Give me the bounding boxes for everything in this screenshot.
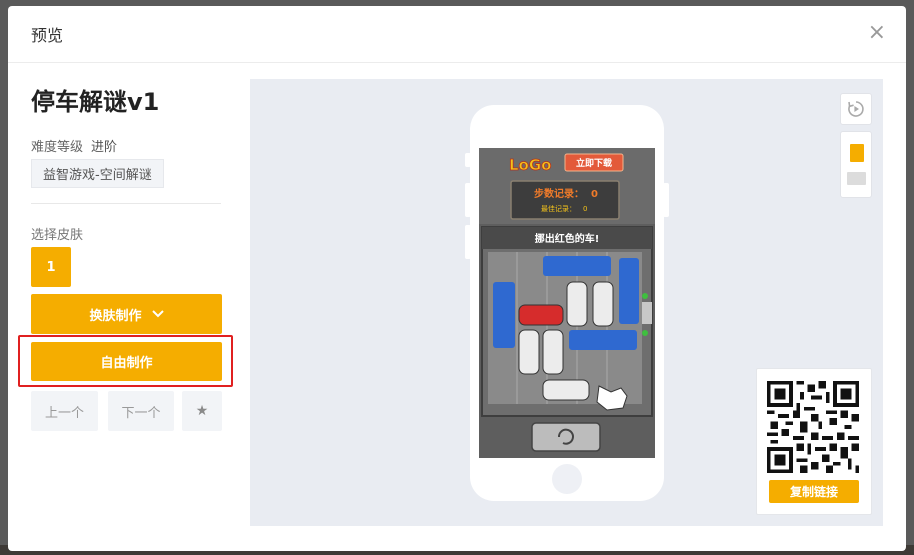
replay-glyph [848, 101, 864, 117]
phone-side-button [465, 225, 471, 259]
reskin-label: 换肤制作 [89, 308, 142, 324]
qr-code [767, 381, 859, 473]
red-car[interactable] [518, 304, 564, 326]
category-tag: 益智游戏-空间解谜 [31, 159, 164, 188]
phone-side-button [465, 153, 471, 167]
close-icon[interactable]: × [868, 22, 886, 44]
divider [31, 203, 221, 204]
slider-handle[interactable] [850, 144, 864, 162]
phone-side-button [663, 183, 669, 217]
reset-button[interactable] [531, 422, 601, 452]
instruction-text: 挪出红色的车! [535, 232, 600, 245]
scale-slider[interactable] [840, 131, 872, 198]
next-button[interactable]: 下一个 [108, 391, 174, 431]
modal-title: 预览 [31, 26, 64, 45]
download-label: 立即下载 [576, 157, 612, 169]
difficulty-value: 进阶 [91, 140, 118, 155]
blue-truck[interactable] [543, 256, 611, 276]
steps-value: 0 [591, 189, 598, 200]
white-car[interactable] [518, 329, 540, 375]
skin-option-1[interactable]: 1 [31, 247, 71, 287]
preview-modal: 预览 × 停车解谜v1 难度等级 进阶 益智游戏-空间解谜 选择皮肤 1 换肤制作… [8, 6, 906, 551]
blue-truck[interactable] [619, 258, 639, 324]
exit-light [642, 293, 648, 299]
chevron-down-icon [151, 310, 164, 318]
game-logo: LoGo [509, 156, 551, 174]
difficulty-label: 难度等级 [31, 140, 84, 155]
game-screen[interactable]: LoGo 立即下载 步数记录： 0 最佳记录： 0 挪出红色的车! [479, 148, 655, 458]
preview-area: LoGo 立即下载 步数记录： 0 最佳记录： 0 挪出红色的车! 复制链接 [250, 79, 883, 526]
free-make-button[interactable]: 自由制作 [31, 342, 222, 381]
reskin-button[interactable]: 换肤制作 [31, 294, 222, 334]
phone-frame: LoGo 立即下载 步数记录： 0 最佳记录： 0 挪出红色的车! [465, 105, 669, 501]
star-icon[interactable]: ★ [182, 391, 222, 431]
prev-button[interactable]: 上一个 [31, 391, 98, 431]
blue-truck[interactable] [569, 330, 637, 350]
white-car[interactable] [542, 379, 590, 401]
white-car[interactable] [542, 329, 564, 375]
score-panel [510, 180, 620, 220]
phone-home-button [552, 464, 582, 494]
white-car[interactable] [592, 281, 614, 327]
exit-light [642, 330, 648, 336]
slider-track [847, 172, 866, 185]
parking-game-canvas: LoGo 立即下载 步数记录： 0 最佳记录： 0 挪出红色的车! [479, 148, 655, 458]
exit-gate [642, 302, 652, 324]
difficulty-row: 难度等级 进阶 [31, 136, 117, 155]
best-value: 0 [583, 205, 587, 213]
game-title: 停车解谜v1 [31, 88, 160, 116]
best-label: 最佳记录： [541, 204, 576, 213]
white-car[interactable] [566, 281, 588, 327]
copy-link-button[interactable]: 复制链接 [769, 480, 859, 503]
skin-label: 选择皮肤 [31, 228, 84, 243]
replay-icon[interactable] [840, 93, 872, 125]
blue-truck[interactable] [493, 282, 515, 348]
modal-header: 预览 × [8, 6, 906, 63]
phone-side-button [465, 183, 471, 217]
qr-card: 复制链接 [756, 368, 872, 515]
steps-label: 步数记录： [534, 187, 584, 200]
